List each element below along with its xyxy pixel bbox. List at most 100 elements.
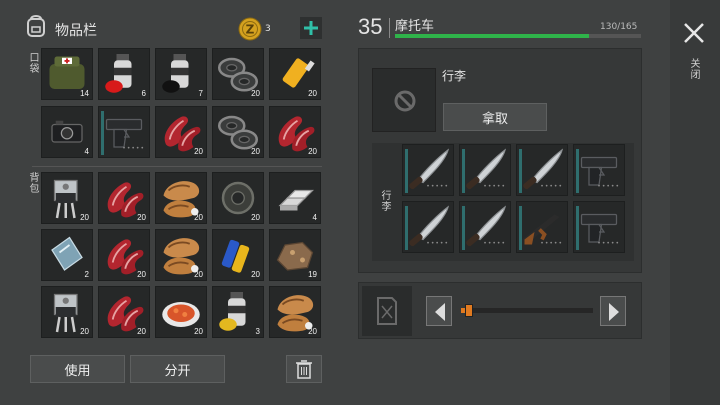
luggage-preview-slot: [372, 68, 436, 132]
durability-bar: [462, 206, 465, 250]
item-count: 20: [137, 270, 146, 279]
pocket-slot-8[interactable]: 20: [155, 106, 207, 158]
backpack-slot-2[interactable]: 20: [98, 172, 150, 224]
durability-bar: [101, 111, 104, 155]
add-coins-button[interactable]: [300, 17, 322, 39]
durability-bar: [405, 149, 408, 193]
luggage-slot-7[interactable]: •••••: [516, 201, 568, 253]
item-count: 20: [80, 327, 89, 336]
durability-dots: •••••: [426, 183, 449, 190]
luggage-title: 行李: [442, 69, 467, 83]
vehicle-capacity: 130/165: [600, 22, 638, 32]
pocket-slot-7[interactable]: •••••: [98, 106, 150, 158]
backpack-slot-5[interactable]: 4: [269, 172, 321, 224]
backpack-slot-1[interactable]: 20: [41, 172, 93, 224]
backpack-slot-4[interactable]: 20: [212, 172, 264, 224]
backpack-slot-6[interactable]: 2: [41, 229, 93, 281]
split-button[interactable]: 分开: [130, 355, 225, 383]
luggage-slot-5[interactable]: •••••: [402, 201, 454, 253]
pocket-slot-3[interactable]: 7: [155, 48, 207, 100]
durability-dots: •••••: [597, 240, 620, 247]
item-count: 4: [312, 213, 317, 222]
fuel-increase-button[interactable]: [600, 296, 626, 326]
item-count: 19: [308, 270, 317, 279]
luggage-slot-4[interactable]: •••••: [573, 144, 625, 196]
pocket-slot-1[interactable]: 14: [41, 48, 93, 100]
item-count: 20: [251, 89, 260, 98]
pocket-slot-10[interactable]: 20: [269, 106, 321, 158]
backpack-slot-14[interactable]: 3: [212, 286, 264, 338]
backpack-slot-7[interactable]: 20: [98, 229, 150, 281]
durability-bar: [519, 149, 522, 193]
level-divider: [389, 18, 390, 38]
item-count: 14: [80, 89, 89, 98]
pocket-slot-4[interactable]: 20: [212, 48, 264, 100]
durability-bar: [519, 206, 522, 250]
pocket-slot-6[interactable]: 4: [41, 106, 93, 158]
luggage-slot-6[interactable]: •••••: [459, 201, 511, 253]
trash-button[interactable]: [286, 355, 322, 383]
close-icon: [684, 23, 704, 43]
backpack-slot-11[interactable]: 20: [41, 286, 93, 338]
empty-slot-icon: [394, 90, 416, 112]
backpack-icon: [23, 12, 49, 38]
durability-dots: •••••: [540, 183, 563, 190]
durability-dots: •••••: [483, 183, 506, 190]
vehicle-level: 35: [358, 14, 383, 39]
durability-bar: [405, 206, 408, 250]
fuel-slider-handle[interactable]: [465, 304, 473, 317]
item-count: 20: [137, 327, 146, 336]
fuel-slot[interactable]: [362, 286, 412, 336]
trash-icon: [296, 360, 312, 379]
close-label[interactable]: 关闭: [687, 58, 701, 80]
fuel-slider-track[interactable]: [461, 308, 593, 313]
backpack-slot-9[interactable]: 20: [212, 229, 264, 281]
durability-dots: •••••: [483, 240, 506, 247]
durability-dots: •••••: [597, 183, 620, 190]
take-button[interactable]: 拿取: [443, 103, 547, 131]
inventory-title: 物品栏: [55, 23, 97, 39]
backpack-slot-3[interactable]: 20: [155, 172, 207, 224]
backpack-slot-12[interactable]: 20: [98, 286, 150, 338]
item-count: 20: [80, 213, 89, 222]
vehicle-name: 摩托车: [395, 19, 435, 34]
capacity-bar-fill: [395, 34, 590, 38]
durability-bar: [462, 149, 465, 193]
luggage-slot-2[interactable]: •••••: [459, 144, 511, 196]
svg-text:Z: Z: [246, 23, 255, 37]
durability-dots: •••••: [122, 145, 145, 152]
item-count: 20: [137, 213, 146, 222]
item-count: 3: [255, 327, 260, 336]
vehicle-panel: 35 摩托车 130/165 行李 拿取 行李 ••••• ••••• ••••…: [345, 0, 655, 405]
durability-dots: •••••: [540, 240, 563, 247]
durability-dots: •••••: [426, 240, 449, 247]
use-button[interactable]: 使用: [30, 355, 125, 383]
arrow-right-icon: [609, 303, 619, 321]
item-count: 20: [194, 147, 203, 156]
capacity-bar-track: [395, 34, 641, 38]
durability-bar: [576, 149, 579, 193]
backpack-slot-8[interactable]: 20: [155, 229, 207, 281]
close-button[interactable]: [679, 18, 709, 48]
backpack-slot-10[interactable]: 19: [269, 229, 321, 281]
coin-icon: Z: [238, 17, 262, 41]
pocket-slot-2[interactable]: 6: [98, 48, 150, 100]
item-count: 20: [251, 213, 260, 222]
item-count: 20: [251, 147, 260, 156]
pocket-slot-5[interactable]: 20: [269, 48, 321, 100]
pocket-slot-9[interactable]: 20: [212, 106, 264, 158]
coin-count: 3: [265, 24, 271, 34]
luggage-slot-8[interactable]: •••••: [573, 201, 625, 253]
item-count: 20: [308, 147, 317, 156]
item-count: 20: [194, 270, 203, 279]
backpack-slot-15[interactable]: 20: [269, 286, 321, 338]
luggage-slot-1[interactable]: •••••: [402, 144, 454, 196]
luggage-side-label: 行李: [379, 190, 390, 212]
fuel-decrease-button[interactable]: [426, 296, 452, 326]
backpack-slot-13[interactable]: 20: [155, 286, 207, 338]
item-count: 6: [141, 89, 146, 98]
luggage-slot-3[interactable]: •••••: [516, 144, 568, 196]
item-count: 2: [84, 270, 89, 279]
backpack-label: 背包: [27, 172, 38, 194]
item-count: 4: [84, 147, 89, 156]
